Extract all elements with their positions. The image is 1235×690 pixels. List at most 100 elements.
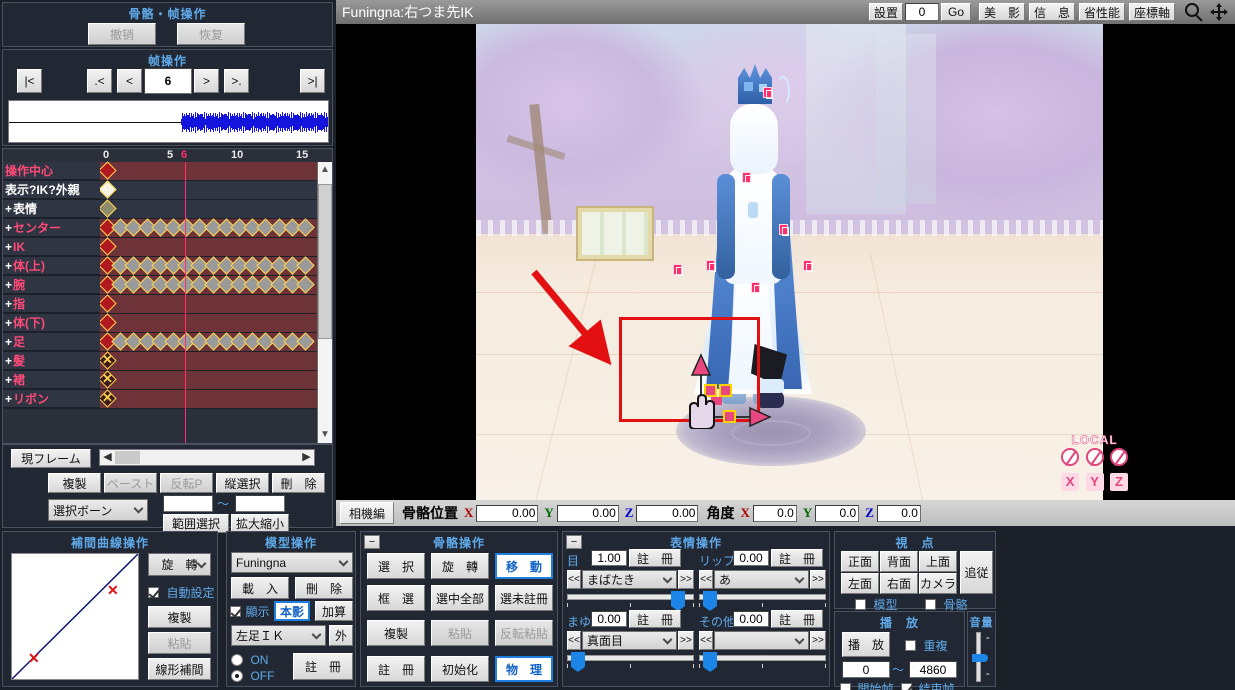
timeline-row[interactable]: + 足 — [3, 332, 332, 352]
ik-off-radio-row[interactable]: OFF — [231, 667, 274, 685]
startframe-checkbox-row[interactable]: 開始帧 — [840, 680, 893, 690]
keyframe[interactable] — [98, 313, 117, 332]
next-frame-button[interactable]: > — [194, 69, 219, 93]
timeline-row[interactable]: + 表情 — [3, 199, 332, 219]
timeline-track[interactable] — [98, 256, 317, 275]
expand-icon[interactable]: + — [5, 278, 12, 292]
expression-item-dropdown[interactable]: まばたき — [582, 570, 677, 589]
range-from-input[interactable] — [163, 495, 213, 512]
expression-value-input[interactable]: 1.00 — [591, 550, 627, 566]
timeline-row[interactable]: + 体(上) — [3, 256, 332, 276]
expression-panel-minimize-button[interactable]: − — [566, 535, 582, 549]
curve-mode-dropdown[interactable]: 旋 轉 — [148, 553, 211, 576]
bone-filter-dropdown[interactable]: 選択ボーン — [48, 499, 148, 521]
local-axis-icons[interactable]: X Y Z — [1060, 472, 1129, 492]
timeline-row[interactable]: + 腕 — [3, 275, 332, 295]
endframe-checkbox-row[interactable]: 結束帧 — [901, 680, 954, 690]
keyframe[interactable] — [98, 161, 117, 180]
expand-icon[interactable]: + — [5, 335, 12, 349]
beauty-shadow-button[interactable]: 美 影 — [979, 3, 1025, 21]
axis-x-icon[interactable]: X — [1061, 473, 1080, 491]
view-model-checkbox[interactable] — [855, 599, 866, 611]
bone-label-7[interactable]: + 指 — [3, 295, 100, 313]
place-value-input[interactable]: 0 — [905, 3, 939, 21]
bone-marker[interactable] — [803, 260, 813, 272]
auto-setting-checkbox-row[interactable]: 自動設定 — [148, 584, 214, 602]
go-button[interactable]: Go — [941, 3, 971, 21]
last-frame-button[interactable]: >| — [300, 69, 325, 93]
timeline-row[interactable]: + センター — [3, 218, 332, 238]
bone-label-2[interactable]: + 表情 — [3, 200, 100, 218]
timeline-track[interactable] — [98, 218, 317, 237]
timeline-row[interactable]: ✕ + 髪 — [3, 351, 332, 371]
timeline-track[interactable] — [98, 332, 317, 351]
timeline-row[interactable]: 操作中心 — [3, 161, 332, 181]
self-shadow-button[interactable]: 本影 — [274, 601, 310, 621]
expression-register-button[interactable]: 註 冊 — [771, 549, 823, 567]
bone-label-5[interactable]: + 体(上) — [3, 257, 100, 275]
bone-rotate-button[interactable]: 旋 轉 — [431, 553, 489, 579]
curve-handle-start-icon[interactable]: ✕ — [28, 650, 40, 667]
timeline-track[interactable] — [98, 237, 317, 256]
model-dropdown[interactable]: Funingna — [231, 552, 353, 573]
timeline-track[interactable] — [98, 313, 317, 332]
expression-item-dropdown[interactable]: 真面目 — [582, 631, 677, 650]
bone-flip-paste-button[interactable]: 反転粘貼 — [495, 620, 553, 646]
move-gizmo[interactable] — [676, 349, 796, 430]
performance-button[interactable]: 省性能 — [1079, 3, 1125, 21]
bone-marker[interactable] — [673, 264, 683, 276]
auto-setting-checkbox[interactable] — [148, 587, 159, 599]
expression-slider[interactable] — [567, 591, 694, 611]
timeline-row[interactable]: + 体(下) — [3, 313, 332, 333]
audio-waveform[interactable] — [8, 100, 329, 143]
view-camera-button[interactable]: カメラ — [919, 573, 957, 594]
view-top-button[interactable]: 上面 — [919, 551, 957, 572]
expression-next-button[interactable]: >> — [810, 570, 826, 589]
camera-edit-tab[interactable]: 相機編 — [340, 502, 394, 524]
expand-icon[interactable]: + — [5, 240, 12, 254]
bone-marker[interactable] — [706, 260, 716, 272]
expression-prev-button[interactable]: << — [699, 631, 713, 650]
repeat-checkbox[interactable] — [905, 640, 916, 652]
timeline-row[interactable]: 表示?IK?外親 — [3, 180, 332, 200]
expression-slider[interactable] — [699, 591, 826, 611]
keyframe[interactable] — [98, 199, 117, 218]
timeline-row[interactable]: ✕ + 裙 — [3, 370, 332, 390]
timeline-track[interactable] — [98, 294, 317, 313]
bone-marker[interactable] — [779, 224, 789, 236]
scroll-up-icon[interactable]: ▲ — [318, 162, 332, 178]
play-button[interactable]: 播 放 — [842, 632, 890, 657]
box-select-button[interactable]: 框 選 — [367, 585, 425, 611]
timeline-horizontal-scrollbar[interactable]: ◀ ▶ — [99, 449, 315, 466]
bone-init-button[interactable]: 初始化 — [431, 656, 489, 682]
bone-label-6[interactable]: + 腕 — [3, 276, 100, 294]
timeline-track[interactable]: ✕ — [98, 370, 317, 389]
timeline-playhead[interactable] — [185, 162, 186, 443]
timeline-track[interactable] — [98, 199, 317, 218]
view-follow-button[interactable]: 追従 — [960, 551, 993, 594]
select-unregistered-button[interactable]: 選未註冊 — [495, 585, 553, 611]
timeline-vertical-scrollbar[interactable]: ▲ ▼ — [317, 162, 332, 443]
rotate-y-icon[interactable] — [1085, 448, 1104, 466]
outside-parent-button[interactable]: 外 — [329, 625, 353, 646]
bone-label-3[interactable]: + センター — [3, 219, 100, 237]
display-checkbox[interactable] — [230, 606, 241, 618]
scroll-left-icon[interactable]: ◀ — [100, 450, 115, 465]
next-keyframe-button[interactable]: >. — [224, 69, 249, 93]
expression-prev-button[interactable]: << — [567, 631, 581, 650]
expression-next-button[interactable]: >> — [810, 631, 826, 650]
bone-copy-button[interactable]: 複製 — [367, 620, 425, 646]
curve-handle-end-icon[interactable]: ✕ — [107, 582, 119, 599]
keyframe[interactable] — [98, 237, 117, 256]
model-register-button[interactable]: 註 冊 — [293, 653, 353, 680]
bone-paste-button[interactable]: 粘貼 — [431, 620, 489, 646]
ang-y-input[interactable]: 0.0 — [815, 504, 860, 522]
expand-icon[interactable]: + — [5, 316, 12, 330]
endframe-checkbox[interactable] — [901, 683, 912, 690]
rotate-z-icon[interactable] — [1110, 448, 1128, 466]
timeline[interactable]: 0 5 6 10 15 操作中心 表示?IK?外親 + 表情 + センター + IK + 体(上)… — [2, 148, 333, 444]
bone-label-1[interactable]: 表示?IK?外親 — [3, 181, 100, 199]
bone-marker[interactable] — [742, 172, 752, 184]
expression-slider-thumb[interactable] — [671, 591, 686, 611]
curve-copy-button[interactable]: 複製 — [148, 606, 211, 628]
